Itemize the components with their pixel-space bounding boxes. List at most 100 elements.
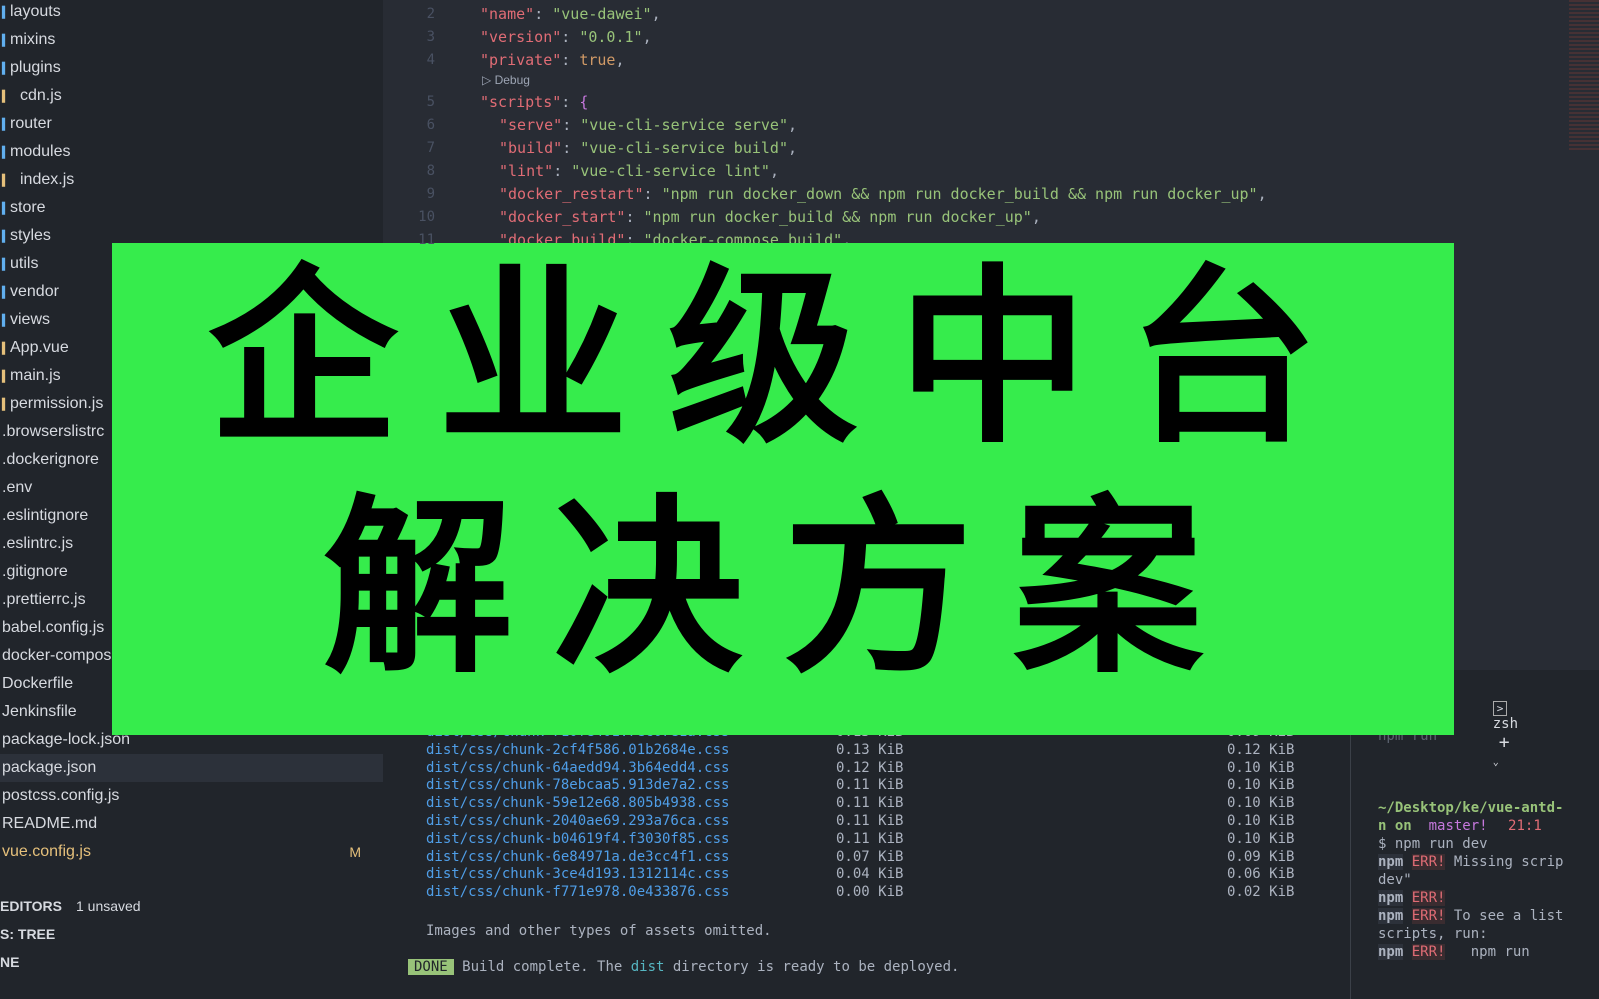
folder-icon: ▍ (2, 231, 11, 243)
debug-codelens[interactable]: ▷ Debug (482, 73, 530, 87)
line-number: 11 (418, 232, 435, 248)
code-token: , (651, 5, 661, 23)
code-token: , (642, 28, 652, 46)
tree-item-label: README.md (2, 815, 98, 832)
code-line[interactable]: "docker_restart": "npm run docker_down &… (499, 185, 1267, 203)
code-token: "0.0.1" (579, 28, 643, 46)
banner-line-1: 企业级中台 (207, 246, 1358, 469)
line-number: 10 (418, 209, 435, 225)
code-line[interactable]: "private": true, (480, 51, 625, 69)
code-token: , (788, 116, 798, 134)
add-terminal-icon[interactable]: + (1499, 732, 1510, 753)
line-number: 8 (426, 163, 435, 179)
line-number: 2 (426, 6, 435, 22)
tree-item-label: babel.config.js (2, 619, 105, 636)
omitted-note: Images and other types of assets omitted… (426, 923, 772, 939)
code-line[interactable]: "version": "0.0.1", (480, 28, 652, 46)
code-token: , (615, 51, 625, 69)
shell-name: zsh (1492, 716, 1519, 732)
asset-size: 0.02 KiB (1227, 884, 1295, 901)
chevron-down-icon[interactable]: ⌄ (1493, 757, 1499, 768)
prompt-user: n on (1378, 818, 1421, 834)
file-icon: ▍ (2, 91, 11, 103)
asset-file: dist/css/chunk-64aedd94.3b64edd4.css (426, 759, 730, 776)
section-outline[interactable]: NE (0, 954, 19, 970)
section-title: EDITORS (0, 898, 62, 914)
err-label: ERR! (1411, 944, 1446, 960)
tree-item[interactable]: vue.config.js M (0, 838, 383, 866)
section-open-editors[interactable]: EDITORS 1 unsaved (0, 898, 141, 914)
tree-item-label: package-lock.json (2, 731, 131, 748)
dist-label: dist (630, 959, 665, 975)
asset-file: dist/css/chunk-f771e978.0e433876.css (426, 884, 730, 901)
file-icon: ▍ (2, 399, 11, 411)
folder-icon: ▍ (2, 35, 11, 47)
tree-item[interactable]: postcss.config.js (0, 782, 383, 810)
tree-item[interactable]: README.md (0, 810, 383, 838)
file-icon: ▍ (2, 371, 11, 383)
code-token: "scripts" (480, 93, 562, 111)
tree-item-label: cdn.js (20, 87, 62, 104)
section-title: S: TREE (0, 926, 56, 942)
asset-size: 0.09 KiB (1227, 848, 1295, 865)
asset-size: 0.00 KiB (836, 884, 904, 901)
code-line[interactable]: "lint": "vue-cli-service lint", (499, 162, 779, 180)
asset-file: dist/css/chunk-59e12e68.805b4938.css (426, 795, 730, 812)
code-token: "npm run docker_down && npm run docker_b… (661, 185, 1258, 203)
code-line[interactable]: "docker_start": "npm run docker_build &&… (499, 208, 1041, 226)
asset-size: 0.11 KiB (836, 777, 904, 794)
code-token: "name" (480, 5, 535, 23)
tree-item-label: router (10, 115, 52, 132)
tree-item[interactable]: ▍modules (0, 138, 383, 166)
folder-icon: ▍ (2, 147, 11, 159)
status-text: directory is ready to be deployed. (664, 959, 960, 975)
code-token: "private" (480, 51, 562, 69)
tree-item-label: .gitignore (2, 563, 68, 580)
line-number: 4 (426, 52, 435, 68)
tree-item[interactable]: ▍router (0, 110, 383, 138)
tree-item[interactable]: ▍ cdn.js (0, 82, 383, 110)
tree-item-label: store (10, 199, 46, 216)
code-line[interactable]: "serve": "vue-cli-service serve", (499, 116, 797, 134)
err-label: ERR! (1411, 854, 1446, 870)
folder-icon: ▍ (2, 7, 11, 19)
asset-size: 0.10 KiB (1227, 813, 1295, 829)
tree-item-label: permission.js (10, 395, 104, 412)
npm-label: npm (1378, 908, 1404, 924)
code-line[interactable]: "scripts": { (480, 93, 588, 111)
tree-item[interactable]: ▍layouts (0, 0, 383, 26)
git-branch: master! (1420, 818, 1488, 834)
code-line[interactable]: "build": "vue-cli-service build", (499, 139, 797, 157)
code-token: "vue-dawei" (552, 5, 652, 23)
tree-item-label: .eslintrc.js (2, 535, 74, 552)
tree-item[interactable]: ▍mixins (0, 26, 383, 54)
section-npm-tree[interactable]: S: TREE (0, 926, 55, 942)
code-token: "vue-cli-service lint" (571, 162, 770, 180)
line-number: 5 (426, 94, 435, 110)
prompt-time: 21:1 (1508, 818, 1542, 834)
asset-size: 0.10 KiB (1227, 759, 1295, 776)
line-number: 7 (426, 140, 435, 156)
line-number: 6 (426, 117, 435, 133)
error-text: Missing scrip (1445, 854, 1564, 870)
minimap[interactable] (1569, 0, 1599, 150)
asset-size: 0.10 KiB (1227, 795, 1295, 812)
tree-item[interactable]: ▍store (0, 194, 383, 222)
asset-size: 0.11 KiB (836, 830, 904, 847)
code-line[interactable]: "name": "vue-dawei", (480, 5, 661, 23)
modified-badge: M (349, 844, 361, 860)
asset-file: dist/css/chunk-3ce4d193.1312114c.css (426, 866, 730, 883)
terminal-icon: > (1492, 701, 1508, 716)
tree-item[interactable]: ▍ index.js (0, 166, 383, 194)
tree-item-label: .prettierrc.js (2, 591, 86, 608)
tree-item-label: postcss.config.js (2, 787, 120, 804)
tree-item[interactable]: package.json (0, 754, 383, 782)
asset-size: 0.12 KiB (1227, 741, 1295, 758)
file-icon: ▍ (2, 175, 11, 187)
asset-size: 0.13 KiB (836, 741, 904, 758)
code-token: "vue-cli-service build" (580, 139, 788, 157)
terminal-tab-zsh[interactable]: > zsh + ⌄ (1459, 684, 1518, 785)
tree-item[interactable]: ▍plugins (0, 54, 383, 82)
folder-icon: ▍ (2, 119, 11, 131)
asset-file: dist/css/chunk-6e84971a.de3cc4f1.css (426, 848, 730, 865)
